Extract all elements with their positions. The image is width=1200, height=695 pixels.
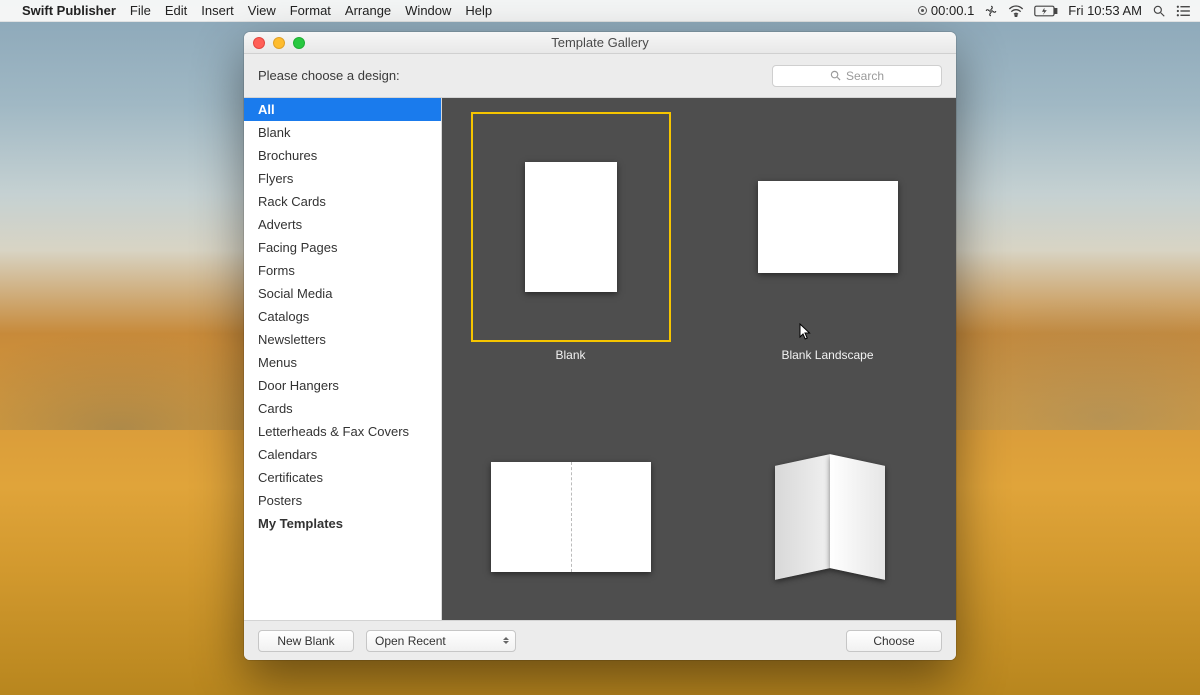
template-label: Blank — [555, 348, 585, 362]
choose-button[interactable]: Choose — [846, 630, 942, 652]
template-cell[interactable]: Half-Fold — [699, 402, 956, 620]
template-cell[interactable]: Blank Landscape — [699, 112, 956, 362]
sidebar-item[interactable]: Blank — [244, 121, 441, 144]
search-placeholder: Search — [846, 69, 884, 83]
toolbar-prompt: Please choose a design: — [258, 68, 772, 83]
titlebar[interactable]: Template Gallery — [244, 32, 956, 54]
category-sidebar: AllBlankBrochuresFlyersRack CardsAdverts… — [244, 98, 442, 620]
open-recent-label: Open Recent — [375, 634, 446, 648]
menu-arrange[interactable]: Arrange — [345, 3, 391, 18]
sidebar-item[interactable]: Forms — [244, 259, 441, 282]
spotlight-icon[interactable] — [1152, 4, 1166, 18]
sidebar-item[interactable]: My Templates — [244, 512, 441, 535]
menu-window[interactable]: Window — [405, 3, 451, 18]
menu-edit[interactable]: Edit — [165, 3, 187, 18]
sidebar-item[interactable]: Posters — [244, 489, 441, 512]
sidebar-item[interactable]: Catalogs — [244, 305, 441, 328]
page-preview-icon — [758, 181, 898, 273]
template-thumbnail[interactable] — [728, 402, 928, 620]
template-label: Blank Landscape — [781, 348, 873, 362]
sidebar-item[interactable]: Newsletters — [244, 328, 441, 351]
template-gallery-window: Template Gallery Please choose a design:… — [244, 32, 956, 660]
sidebar-item[interactable]: Brochures — [244, 144, 441, 167]
sidebar-item[interactable]: Certificates — [244, 466, 441, 489]
sidebar-item[interactable]: Door Hangers — [244, 374, 441, 397]
record-indicator-icon[interactable]: 00:00.1 — [918, 3, 974, 18]
window-title: Template Gallery — [244, 35, 956, 50]
menu-file[interactable]: File — [130, 3, 151, 18]
chevron-updown-icon — [503, 637, 509, 644]
open-recent-select[interactable]: Open Recent — [366, 630, 516, 652]
sidebar-item[interactable]: Facing Pages — [244, 236, 441, 259]
template-gallery: Blank Blank Landscape Facing PagesHalf-Fol… — [442, 98, 956, 620]
sidebar-item[interactable]: Letterheads & Fax Covers — [244, 420, 441, 443]
sidebar-item[interactable]: Adverts — [244, 213, 441, 236]
menu-format[interactable]: Format — [290, 3, 331, 18]
sidebar-item[interactable]: Social Media — [244, 282, 441, 305]
footer: New Blank Open Recent Choose — [244, 620, 956, 660]
template-thumbnail[interactable] — [471, 112, 671, 342]
page-preview-icon — [491, 462, 651, 572]
app-name[interactable]: Swift Publisher — [22, 3, 116, 18]
search-input[interactable]: Search — [772, 65, 942, 87]
toolbar: Please choose a design: Search — [244, 54, 956, 98]
fan-icon[interactable] — [984, 4, 998, 18]
page-preview-icon — [525, 162, 617, 292]
menu-help[interactable]: Help — [465, 3, 492, 18]
template-thumbnail[interactable] — [471, 402, 671, 620]
sidebar-item[interactable]: Menus — [244, 351, 441, 374]
menu-view[interactable]: View — [248, 3, 276, 18]
sidebar-item[interactable]: All — [244, 98, 441, 121]
menubar-status: 00:00.1 Fri 10:53 AM — [918, 3, 1190, 18]
sidebar-item[interactable]: Calendars — [244, 443, 441, 466]
template-cell[interactable]: Blank — [442, 112, 699, 362]
clock-text[interactable]: Fri 10:53 AM — [1068, 3, 1142, 18]
sidebar-item[interactable]: Flyers — [244, 167, 441, 190]
page-preview-icon — [763, 452, 893, 582]
search-icon — [830, 70, 841, 81]
menu-extras-icon[interactable] — [1176, 5, 1190, 17]
sidebar-item[interactable]: Rack Cards — [244, 190, 441, 213]
battery-icon[interactable] — [1034, 5, 1058, 17]
template-cell[interactable]: Facing Pages — [442, 402, 699, 620]
menu-insert[interactable]: Insert — [201, 3, 234, 18]
template-thumbnail[interactable] — [728, 112, 928, 342]
new-blank-button[interactable]: New Blank — [258, 630, 354, 652]
sidebar-item[interactable]: Cards — [244, 397, 441, 420]
menubar: Swift Publisher File Edit Insert View Fo… — [0, 0, 1200, 22]
wifi-icon[interactable] — [1008, 5, 1024, 17]
